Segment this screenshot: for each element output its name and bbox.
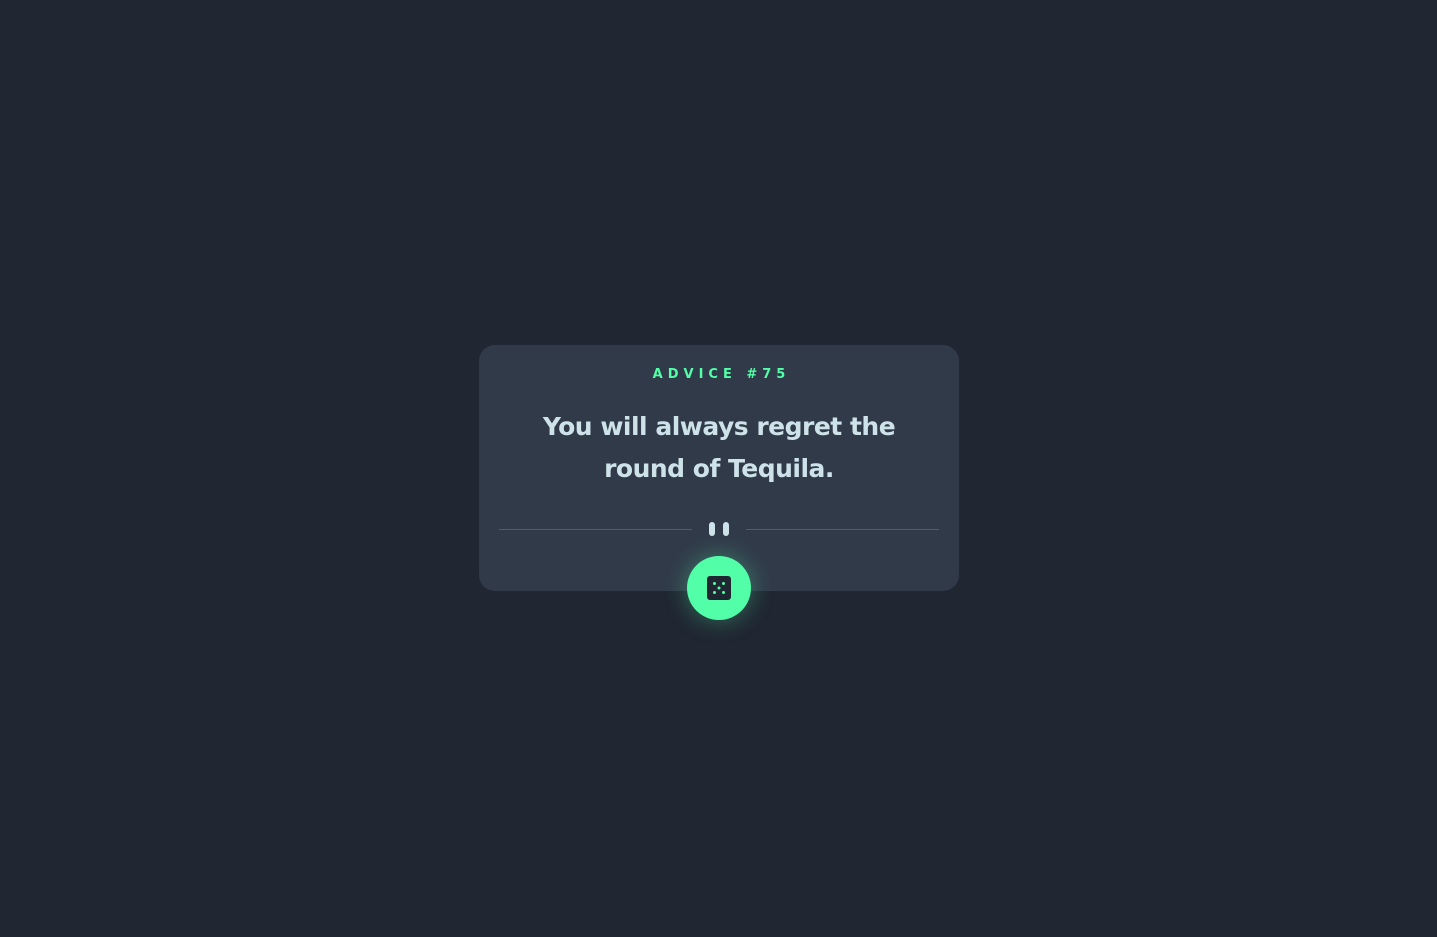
advice-id: ADVICE #75	[652, 367, 791, 382]
divider-line-left	[499, 529, 692, 530]
page: ADVICE #75 You will always regret the ro…	[0, 0, 1437, 937]
dice-icon	[707, 576, 731, 600]
new-advice-button[interactable]	[687, 556, 751, 620]
divider-line-right	[746, 529, 939, 530]
pause-icon	[709, 522, 729, 536]
divider	[499, 521, 939, 537]
advice-card: ADVICE #75 You will always regret the ro…	[479, 345, 959, 591]
advice-quote: You will always regret the round of Tequ…	[542, 412, 896, 483]
